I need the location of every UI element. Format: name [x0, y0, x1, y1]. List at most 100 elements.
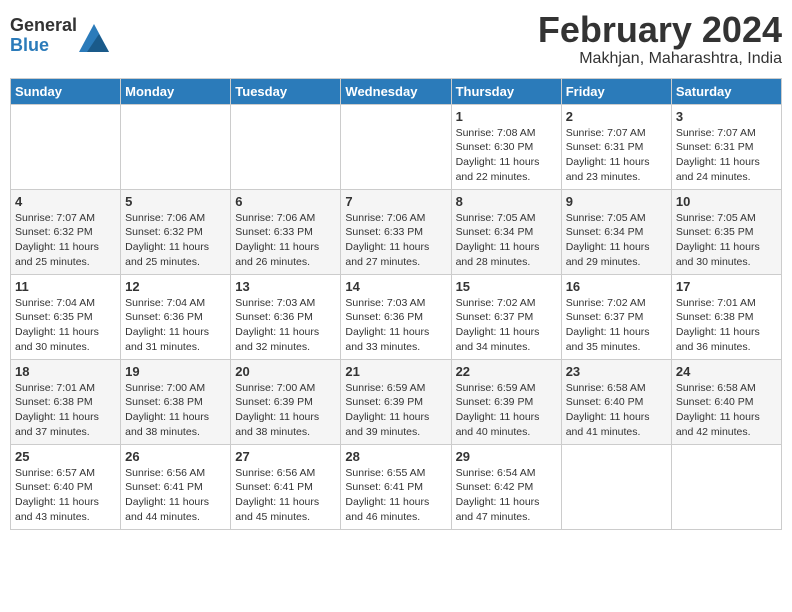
- col-header-wednesday: Wednesday: [341, 78, 451, 104]
- day-number: 29: [456, 449, 557, 464]
- day-info: Sunrise: 7:06 AM Sunset: 6:32 PM Dayligh…: [125, 211, 226, 270]
- calendar-cell: 8 Sunrise: 7:05 AM Sunset: 6:34 PM Daylig…: [451, 189, 561, 274]
- day-info: Sunrise: 6:58 AM Sunset: 6:40 PM Dayligh…: [676, 381, 777, 440]
- calendar-cell: 21 Sunrise: 6:59 AM Sunset: 6:39 PM Dayli…: [341, 359, 451, 444]
- col-header-saturday: Saturday: [671, 78, 781, 104]
- day-number: 9: [566, 194, 667, 209]
- page-header: General Blue February 2024 Makhjan, Maha…: [10, 10, 782, 68]
- week-row-4: 18 Sunrise: 7:01 AM Sunset: 6:38 PM Dayli…: [11, 359, 782, 444]
- day-number: 8: [456, 194, 557, 209]
- day-info: Sunrise: 7:02 AM Sunset: 6:37 PM Dayligh…: [566, 296, 667, 355]
- day-number: 3: [676, 109, 777, 124]
- week-row-5: 25 Sunrise: 6:57 AM Sunset: 6:40 PM Dayli…: [11, 444, 782, 529]
- day-info: Sunrise: 6:56 AM Sunset: 6:41 PM Dayligh…: [125, 466, 226, 525]
- calendar-cell: 16 Sunrise: 7:02 AM Sunset: 6:37 PM Dayli…: [561, 274, 671, 359]
- day-info: Sunrise: 7:03 AM Sunset: 6:36 PM Dayligh…: [235, 296, 336, 355]
- day-number: 21: [345, 364, 446, 379]
- calendar-cell: 27 Sunrise: 6:56 AM Sunset: 6:41 PM Dayli…: [231, 444, 341, 529]
- calendar-cell: 9 Sunrise: 7:05 AM Sunset: 6:34 PM Daylig…: [561, 189, 671, 274]
- day-info: Sunrise: 7:08 AM Sunset: 6:30 PM Dayligh…: [456, 126, 557, 185]
- day-info: Sunrise: 6:56 AM Sunset: 6:41 PM Dayligh…: [235, 466, 336, 525]
- day-info: Sunrise: 6:55 AM Sunset: 6:41 PM Dayligh…: [345, 466, 446, 525]
- logo-icon: [79, 24, 109, 48]
- day-info: Sunrise: 7:00 AM Sunset: 6:38 PM Dayligh…: [125, 381, 226, 440]
- day-number: 15: [456, 279, 557, 294]
- day-number: 28: [345, 449, 446, 464]
- calendar-cell: 25 Sunrise: 6:57 AM Sunset: 6:40 PM Dayli…: [11, 444, 121, 529]
- logo-general: General: [10, 15, 77, 35]
- day-number: 18: [15, 364, 116, 379]
- day-info: Sunrise: 7:01 AM Sunset: 6:38 PM Dayligh…: [15, 381, 116, 440]
- day-info: Sunrise: 6:59 AM Sunset: 6:39 PM Dayligh…: [456, 381, 557, 440]
- day-info: Sunrise: 7:05 AM Sunset: 6:34 PM Dayligh…: [566, 211, 667, 270]
- day-number: 13: [235, 279, 336, 294]
- day-info: Sunrise: 6:59 AM Sunset: 6:39 PM Dayligh…: [345, 381, 446, 440]
- location-title: Makhjan, Maharashtra, India: [538, 50, 782, 68]
- calendar-cell: 12Sunrise: 7:04 AM Sunset: 6:36 PM Dayli…: [121, 274, 231, 359]
- col-header-sunday: Sunday: [11, 78, 121, 104]
- calendar-cell: 17Sunrise: 7:01 AM Sunset: 6:38 PM Dayli…: [671, 274, 781, 359]
- day-number: 7: [345, 194, 446, 209]
- calendar-table: SundayMondayTuesdayWednesdayThursdayFrid…: [10, 78, 782, 530]
- day-info: Sunrise: 6:57 AM Sunset: 6:40 PM Dayligh…: [15, 466, 116, 525]
- calendar-cell: 28 Sunrise: 6:55 AM Sunset: 6:41 PM Dayli…: [341, 444, 451, 529]
- day-number: 11: [15, 279, 116, 294]
- calendar-cell: 24 Sunrise: 6:58 AM Sunset: 6:40 PM Dayli…: [671, 359, 781, 444]
- calendar-cell: 19 Sunrise: 7:00 AM Sunset: 6:38 PM Dayli…: [121, 359, 231, 444]
- calendar-cell: 10 Sunrise: 7:05 AM Sunset: 6:35 PM Dayli…: [671, 189, 781, 274]
- day-info: Sunrise: 7:04 AM Sunset: 6:35 PM Dayligh…: [15, 296, 116, 355]
- day-number: 24: [676, 364, 777, 379]
- week-row-3: 11 Sunrise: 7:04 AM Sunset: 6:35 PM Dayli…: [11, 274, 782, 359]
- calendar-cell: [341, 104, 451, 189]
- logo: General Blue: [10, 16, 109, 56]
- day-number: 20: [235, 364, 336, 379]
- calendar-cell: 29Sunrise: 6:54 AM Sunset: 6:42 PM Dayli…: [451, 444, 561, 529]
- calendar-cell: 18 Sunrise: 7:01 AM Sunset: 6:38 PM Dayli…: [11, 359, 121, 444]
- day-number: 1: [456, 109, 557, 124]
- week-row-1: 1 Sunrise: 7:08 AM Sunset: 6:30 PM Daylig…: [11, 104, 782, 189]
- calendar-cell: 2 Sunrise: 7:07 AM Sunset: 6:31 PM Daylig…: [561, 104, 671, 189]
- calendar-cell: 1 Sunrise: 7:08 AM Sunset: 6:30 PM Daylig…: [451, 104, 561, 189]
- day-number: 25: [15, 449, 116, 464]
- day-number: 26: [125, 449, 226, 464]
- col-header-tuesday: Tuesday: [231, 78, 341, 104]
- calendar-cell: 3 Sunrise: 7:07 AM Sunset: 6:31 PM Daylig…: [671, 104, 781, 189]
- calendar-cell: 23Sunrise: 6:58 AM Sunset: 6:40 PM Dayli…: [561, 359, 671, 444]
- day-number: 17: [676, 279, 777, 294]
- col-header-monday: Monday: [121, 78, 231, 104]
- calendar-cell: [121, 104, 231, 189]
- day-info: Sunrise: 7:03 AM Sunset: 6:36 PM Dayligh…: [345, 296, 446, 355]
- day-info: Sunrise: 7:07 AM Sunset: 6:32 PM Dayligh…: [15, 211, 116, 270]
- day-info: Sunrise: 7:06 AM Sunset: 6:33 PM Dayligh…: [235, 211, 336, 270]
- calendar-cell: [561, 444, 671, 529]
- day-number: 19: [125, 364, 226, 379]
- calendar-cell: 26 Sunrise: 6:56 AM Sunset: 6:41 PM Dayli…: [121, 444, 231, 529]
- day-info: Sunrise: 7:00 AM Sunset: 6:39 PM Dayligh…: [235, 381, 336, 440]
- title-block: February 2024 Makhjan, Maharashtra, Indi…: [538, 10, 782, 68]
- col-header-thursday: Thursday: [451, 78, 561, 104]
- day-info: Sunrise: 7:05 AM Sunset: 6:34 PM Dayligh…: [456, 211, 557, 270]
- logo-blue: Blue: [10, 35, 49, 55]
- day-info: Sunrise: 7:05 AM Sunset: 6:35 PM Dayligh…: [676, 211, 777, 270]
- day-info: Sunrise: 7:02 AM Sunset: 6:37 PM Dayligh…: [456, 296, 557, 355]
- day-number: 2: [566, 109, 667, 124]
- calendar-cell: 14 Sunrise: 7:03 AM Sunset: 6:36 PM Dayli…: [341, 274, 451, 359]
- day-number: 16: [566, 279, 667, 294]
- calendar-cell: 6 Sunrise: 7:06 AM Sunset: 6:33 PM Daylig…: [231, 189, 341, 274]
- day-info: Sunrise: 7:07 AM Sunset: 6:31 PM Dayligh…: [566, 126, 667, 185]
- day-number: 6: [235, 194, 336, 209]
- day-number: 4: [15, 194, 116, 209]
- calendar-cell: 11 Sunrise: 7:04 AM Sunset: 6:35 PM Dayli…: [11, 274, 121, 359]
- day-number: 23: [566, 364, 667, 379]
- day-number: 5: [125, 194, 226, 209]
- day-number: 10: [676, 194, 777, 209]
- calendar-cell: 13 Sunrise: 7:03 AM Sunset: 6:36 PM Dayli…: [231, 274, 341, 359]
- calendar-cell: [231, 104, 341, 189]
- day-info: Sunrise: 7:07 AM Sunset: 6:31 PM Dayligh…: [676, 126, 777, 185]
- calendar-cell: 7 Sunrise: 7:06 AM Sunset: 6:33 PM Daylig…: [341, 189, 451, 274]
- calendar-cell: [11, 104, 121, 189]
- day-number: 27: [235, 449, 336, 464]
- day-info: Sunrise: 7:06 AM Sunset: 6:33 PM Dayligh…: [345, 211, 446, 270]
- col-header-friday: Friday: [561, 78, 671, 104]
- day-number: 14: [345, 279, 446, 294]
